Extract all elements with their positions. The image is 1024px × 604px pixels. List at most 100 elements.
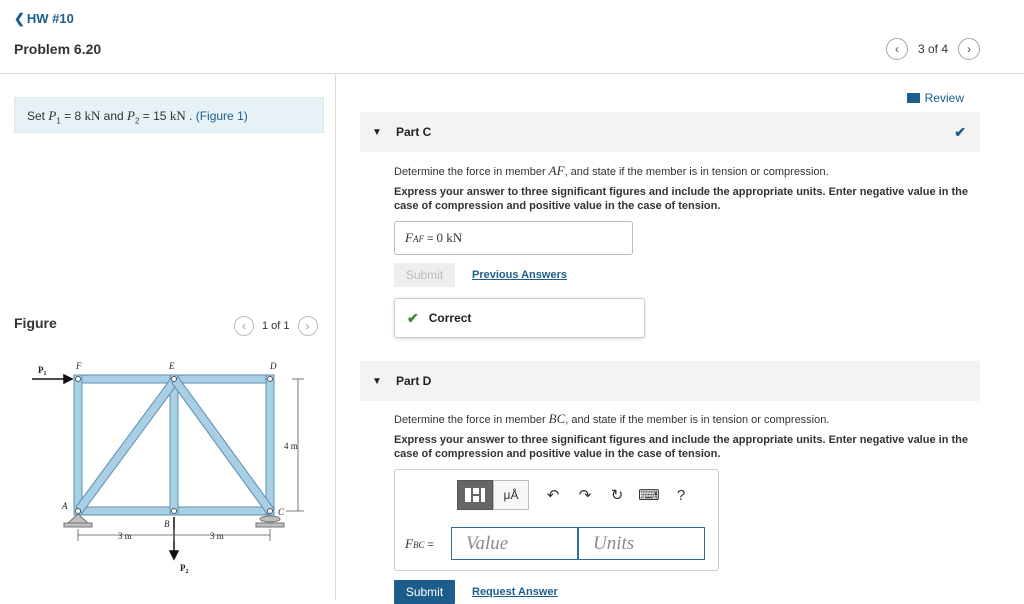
back-to-assignment-link[interactable]: ❮ HW #10 xyxy=(14,11,74,27)
caret-down-icon: ▼ xyxy=(372,375,382,387)
answer-editor: μÅ ↶ ↷ ↻ ⌨ ? FBC = xyxy=(394,469,719,571)
statement-and: and xyxy=(100,109,128,123)
member-af xyxy=(73,374,83,516)
part-d-question-post: , and state if the member is in tension … xyxy=(565,414,830,426)
part-d-answer-var: F xyxy=(405,536,413,551)
problem-panel: Set P1 = 8 kN and P2 = 15 kN . (Figure 1… xyxy=(0,75,335,600)
next-problem-button[interactable]: › xyxy=(958,38,980,60)
label-height-text: 4 m xyxy=(284,441,298,451)
chevron-left-icon: ‹ xyxy=(242,319,246,333)
figure-pager: ‹ 1 of 1 › xyxy=(234,316,318,336)
support-c-base xyxy=(255,522,285,528)
chevron-left-icon: ❮ xyxy=(14,11,25,26)
next-figure-button[interactable]: › xyxy=(297,316,318,336)
member-ec xyxy=(171,376,275,516)
part-c-member: AF xyxy=(548,163,565,178)
keyboard-icon[interactable]: ⌨ xyxy=(633,480,665,510)
request-answer-link[interactable]: Request Answer xyxy=(472,586,558,598)
part-d-answer-sub: BC xyxy=(412,540,425,550)
p1-value: = 8 xyxy=(60,109,85,123)
book-icon xyxy=(906,93,920,103)
part-c-feedback: ✔ Correct xyxy=(394,298,645,338)
checkmark-icon: ✔ xyxy=(954,123,966,140)
part-c-question-pre: Determine the force in member xyxy=(394,166,549,178)
statement-prefix: Set xyxy=(27,109,49,123)
undo-icon[interactable]: ↶ xyxy=(537,480,569,510)
templates-button[interactable] xyxy=(457,480,493,510)
part-c-answer-eq: = xyxy=(423,233,437,245)
part-d-label: Part D xyxy=(396,374,432,388)
member-fe xyxy=(73,374,175,384)
member-cd xyxy=(265,374,275,516)
member-ae xyxy=(75,376,179,514)
figure-pager-text: 1 of 1 xyxy=(262,320,290,332)
problem-statement: Set P1 = 8 kN and P2 = 15 kN . (Figure 1… xyxy=(14,97,324,133)
editor-toolbar: μÅ ↶ ↷ ↻ ⌨ ? xyxy=(457,480,697,510)
part-d-answer-eq: = xyxy=(424,539,434,551)
member-ab xyxy=(73,506,175,516)
label-b: B xyxy=(164,519,170,529)
part-c-answer-sub: AF xyxy=(412,234,424,244)
check-icon: ✔ xyxy=(407,309,419,326)
part-c-header[interactable]: ▼ Part C ✔ xyxy=(360,112,980,152)
part-c-question-post: , and state if the member is in tension … xyxy=(564,166,829,178)
parts-panel: Review ▼ Part C ✔ Determine the force in… xyxy=(336,75,1024,604)
statement-period: . xyxy=(185,109,196,123)
part-d-submit-button[interactable]: Submit xyxy=(394,580,455,604)
p2-symbol: P xyxy=(127,108,135,123)
previous-answers-link[interactable]: Previous Answers xyxy=(472,269,567,281)
units-input[interactable] xyxy=(578,527,705,560)
label-c: C xyxy=(278,507,285,517)
part-c-answer-value: 0 kN xyxy=(436,230,463,245)
review-label: Review xyxy=(924,91,964,105)
label-a: A xyxy=(61,501,68,511)
joint-b xyxy=(171,508,177,514)
previous-figure-button[interactable]: ‹ xyxy=(234,316,254,336)
part-d-header[interactable]: ▼ Part D xyxy=(360,361,980,401)
p2-unit: kN xyxy=(169,108,186,123)
chevron-right-icon: › xyxy=(967,42,971,56)
value-input[interactable] xyxy=(451,527,578,560)
template-icon xyxy=(465,488,485,502)
part-c-question: Determine the force in member AF, and st… xyxy=(394,163,974,179)
joint-c xyxy=(267,508,273,514)
truss-figure: P1 F E D A B C . 4 m 3 m 3 m P2 xyxy=(32,361,304,575)
figure-title: Figure xyxy=(14,315,57,331)
load-p2-arrowhead xyxy=(168,550,180,561)
label-d: D xyxy=(269,361,277,371)
joint-a xyxy=(75,508,81,514)
part-c-answer-var: F xyxy=(405,230,413,245)
member-be xyxy=(169,374,179,516)
part-d-question: Determine the force in member BC, and st… xyxy=(394,411,974,427)
previous-problem-button[interactable]: ‹ xyxy=(885,38,908,60)
help-button[interactable]: ? xyxy=(665,480,697,510)
part-d-member: BC xyxy=(548,411,566,426)
member-ed xyxy=(173,374,275,384)
part-c-label: Part C xyxy=(396,125,432,139)
support-c xyxy=(259,515,281,523)
figure-link[interactable]: (Figure 1) xyxy=(196,109,248,123)
label-e: E xyxy=(168,361,175,371)
chevron-right-icon: › xyxy=(305,319,310,333)
feedback-text: Correct xyxy=(428,311,472,325)
units-button[interactable]: μÅ xyxy=(493,480,529,510)
reset-icon[interactable]: ↻ xyxy=(601,480,633,510)
support-a-base xyxy=(63,522,93,528)
member-bc xyxy=(173,506,275,516)
chevron-left-icon: ‹ xyxy=(894,42,899,56)
part-c-answer-box: FAF = 0 kN xyxy=(394,221,633,255)
label-span-2: 3 m xyxy=(210,531,224,541)
part-c-instructions: Express your answer to three significant… xyxy=(394,186,968,212)
back-label: HW #10 xyxy=(26,11,74,26)
p1-unit: kN xyxy=(84,108,101,123)
problem-title: Problem 6.20 xyxy=(14,41,102,57)
top-bar: ❮ HW #10 Problem 6.20 ‹ 3 of 4 › xyxy=(0,0,1024,74)
redo-icon[interactable]: ↷ xyxy=(569,480,601,510)
load-p1-arrowhead xyxy=(63,373,74,385)
review-link[interactable]: Review xyxy=(906,91,964,105)
label-p1: P1 xyxy=(38,365,47,377)
label-f: F xyxy=(75,361,82,371)
problem-pager-text: 3 of 4 xyxy=(917,42,948,56)
part-c-submit-button: Submit xyxy=(394,263,455,287)
part-d-question-pre: Determine the force in member xyxy=(394,414,549,426)
